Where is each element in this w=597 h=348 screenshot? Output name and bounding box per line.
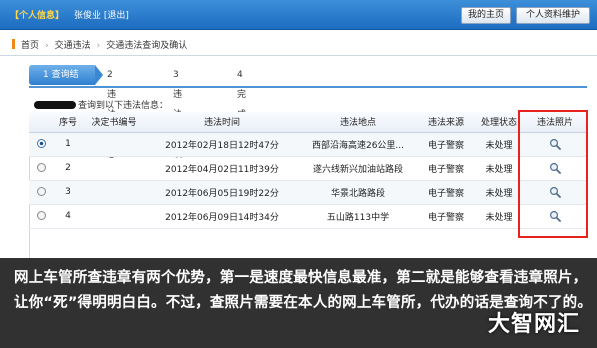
- row-select-radio[interactable]: [29, 204, 53, 229]
- row-violation-place: 五山路113中学: [299, 204, 417, 229]
- result-label: 查询到以下违法信息：: [34, 98, 168, 111]
- photo-column-highlight: [518, 110, 588, 238]
- row-status: 未处理: [475, 132, 523, 157]
- table-row[interactable]: 2 2012年04月02日11时39分 遂六线新兴加油站路段 电子警察 未处理: [29, 156, 587, 181]
- profile-maintenance-button[interactable]: 个人资料维护: [516, 7, 590, 24]
- row-violation-time: 2012年04月02日11时39分: [145, 156, 299, 181]
- violation-table: 序号 决定书编号 违法时间 违法地点 违法来源 处理状态 违法照片 1 2012年…: [29, 112, 587, 229]
- col-violation-place: 违法地点: [299, 112, 417, 133]
- col-status: 处理状态: [475, 112, 523, 133]
- breadcrumb-current: 交通违法查询及确认: [106, 41, 188, 51]
- row-select-radio[interactable]: [29, 156, 53, 181]
- radio-button[interactable]: [36, 163, 46, 172]
- radio-button[interactable]: [36, 187, 46, 196]
- col-number: 序号: [53, 112, 83, 133]
- row-number: 1: [53, 132, 83, 157]
- row-status: 未处理: [475, 204, 523, 229]
- steps-underline: [29, 86, 587, 88]
- row-violation-time: 2012年06月05日19时22分: [145, 180, 299, 205]
- row-decision-no: [83, 180, 145, 205]
- row-decision-no: [83, 156, 145, 181]
- col-decision-no: 决定书编号: [83, 112, 145, 133]
- row-decision-no: [83, 204, 145, 229]
- table-row[interactable]: 3 2012年06月05日19时22分 华景北路路段 电子警察 未处理: [29, 180, 587, 205]
- redacted-plate: [34, 101, 76, 109]
- row-status: 未处理: [475, 180, 523, 205]
- user-name-logout[interactable]: 张俊业 [退出]: [74, 11, 129, 21]
- row-violation-place: 西部沿海高速26公里...: [299, 132, 417, 157]
- watermark: 大智网汇: [488, 312, 581, 337]
- row-violation-time: 2012年02月18日12时47分: [145, 132, 299, 157]
- col-violation-time: 违法时间: [145, 112, 299, 133]
- result-label-text: 查询到以下违法信息：: [78, 101, 169, 111]
- breadcrumb: 首页 › 交通违法 › 交通违法查询及确认: [12, 38, 187, 51]
- row-number: 3: [53, 180, 83, 205]
- table-header-row: 序号 决定书编号 违法时间 违法地点 违法来源 处理状态 违法照片: [29, 112, 587, 133]
- row-violation-source: 电子警察: [417, 156, 475, 181]
- row-select-radio[interactable]: [29, 180, 53, 205]
- row-violation-place: 遂六线新兴加油站路段: [299, 156, 417, 181]
- row-number: 4: [53, 204, 83, 229]
- table-row[interactable]: 4 2012年06月09日14时34分 五山路113中学 电子警察 未处理: [29, 204, 587, 229]
- row-violation-time: 2012年06月09日14时34分: [145, 204, 299, 229]
- step-query-result[interactable]: 1 查询结果: [29, 65, 103, 100]
- breadcrumb-home[interactable]: 首页: [21, 41, 39, 51]
- table-row[interactable]: 1 2012年02月18日12时47分 西部沿海高速26公里... 电子警察 未处理: [29, 132, 587, 157]
- step-complete[interactable]: 4 完成: [237, 65, 246, 120]
- my-homepage-button[interactable]: 我的主页: [461, 7, 511, 24]
- row-violation-source: 电子警察: [417, 180, 475, 205]
- row-decision-no: [83, 132, 145, 157]
- breadcrumb-traffic-violation[interactable]: 交通违法: [55, 41, 91, 51]
- divider: [0, 55, 597, 56]
- breadcrumb-accent: [12, 39, 15, 49]
- radio-button[interactable]: [36, 139, 46, 148]
- row-violation-place: 华景北路路段: [299, 180, 417, 205]
- step-violation-confirm[interactable]: 3 违法确认: [173, 65, 182, 160]
- personal-info-tag: 【个人信息】: [10, 11, 65, 21]
- col-select: [29, 112, 53, 133]
- breadcrumb-separator: ›: [45, 41, 49, 51]
- top-bar: 【个人信息】 张俊业 [退出] 我的主页 个人资料维护: [0, 0, 597, 30]
- row-number: 2: [53, 156, 83, 181]
- row-violation-source: 电子警察: [417, 204, 475, 229]
- col-violation-source: 违法来源: [417, 112, 475, 133]
- step-violation-info[interactable]: 2 违法信息: [107, 65, 116, 160]
- row-select-radio[interactable]: [29, 132, 53, 157]
- row-violation-source: 电子警察: [417, 132, 475, 157]
- radio-button[interactable]: [36, 211, 46, 220]
- row-status: 未处理: [475, 156, 523, 181]
- breadcrumb-separator: ›: [96, 41, 101, 51]
- user-info: 【个人信息】 张俊业 [退出]: [10, 8, 129, 21]
